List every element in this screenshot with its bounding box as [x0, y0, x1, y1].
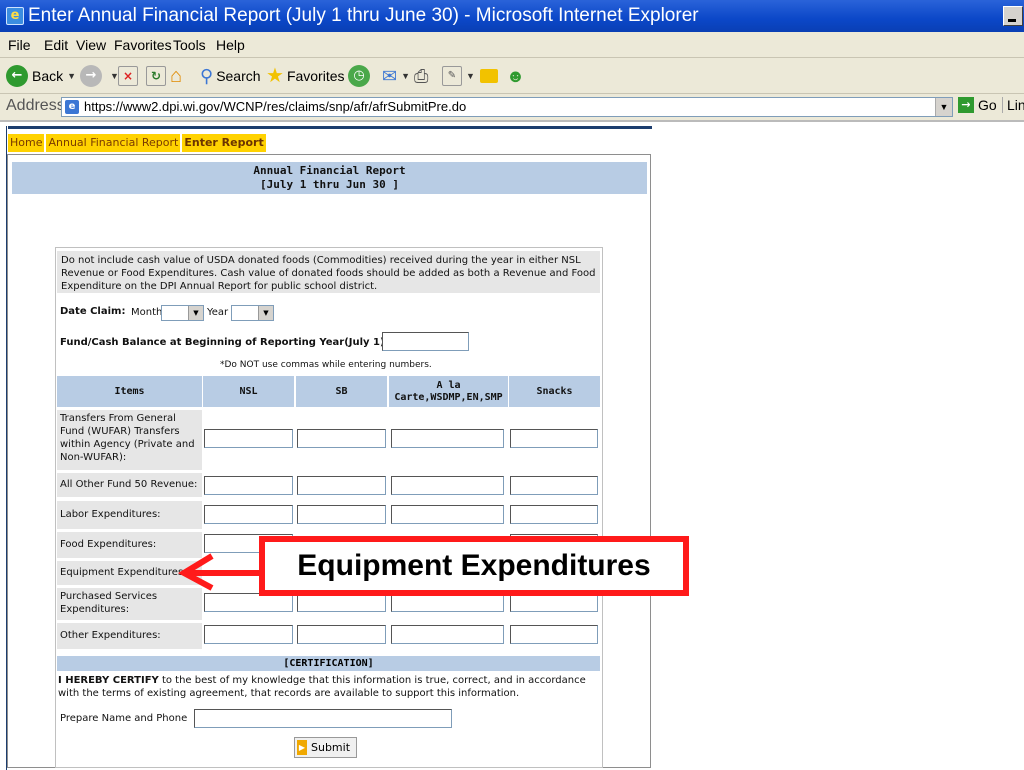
callout-arrow: [177, 553, 262, 591]
equipment-callout: Equipment Expenditures: [259, 536, 689, 596]
